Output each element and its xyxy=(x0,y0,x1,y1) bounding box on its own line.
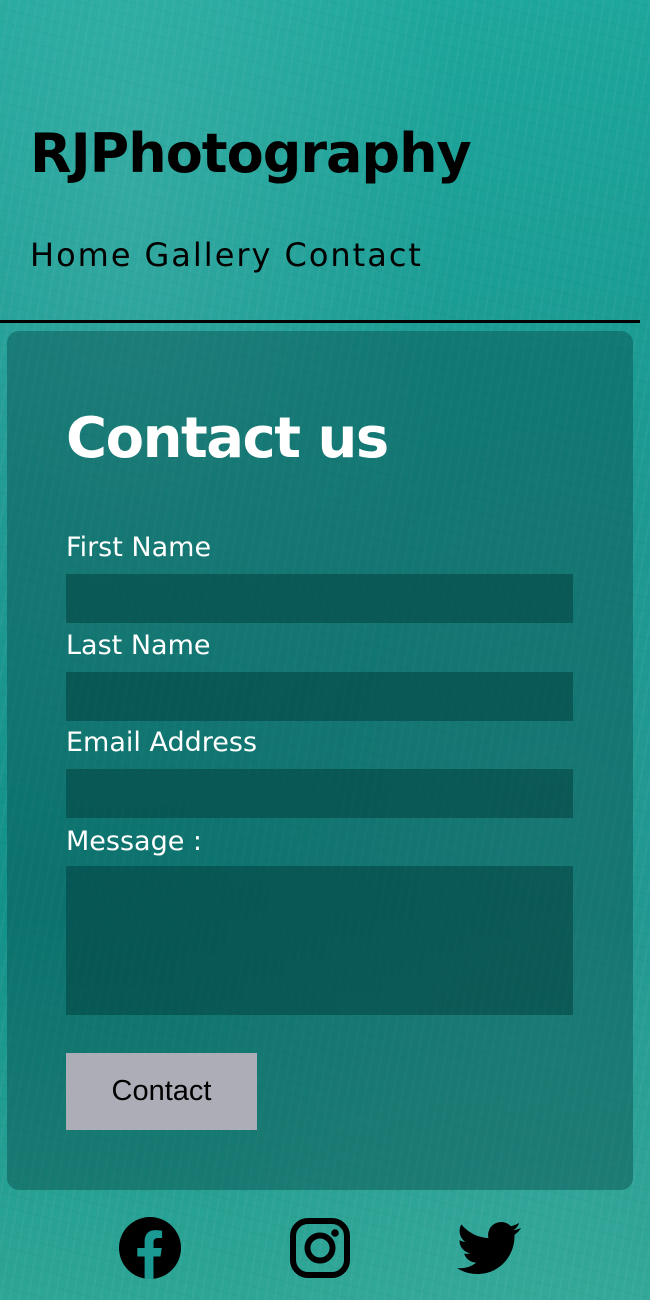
email-field[interactable] xyxy=(66,769,573,818)
main-nav: Home Gallery Contact xyxy=(30,236,423,274)
twitter-icon xyxy=(457,1222,521,1275)
contact-card: Contact us First Name Last Name Email Ad… xyxy=(7,331,633,1190)
site-title[interactable]: RJPhotography xyxy=(30,122,472,187)
instagram-link[interactable] xyxy=(288,1216,352,1280)
contact-submit-button[interactable]: Contact xyxy=(66,1053,257,1130)
nav-home-link[interactable]: Home xyxy=(30,236,133,274)
first-name-field[interactable] xyxy=(66,574,573,623)
facebook-icon xyxy=(119,1217,181,1279)
nav-gallery-link[interactable]: Gallery xyxy=(145,236,273,274)
facebook-link[interactable] xyxy=(118,1216,182,1280)
site-header: RJPhotography Home Gallery Contact xyxy=(0,0,640,323)
message-label: Message : xyxy=(66,826,203,857)
contact-title: Contact us xyxy=(66,406,389,471)
last-name-field[interactable] xyxy=(66,672,573,721)
instagram-icon xyxy=(290,1218,350,1278)
twitter-link[interactable] xyxy=(457,1216,521,1280)
nav-contact-link[interactable]: Contact xyxy=(284,236,423,274)
social-links xyxy=(0,1216,650,1282)
message-field[interactable] xyxy=(66,866,573,1015)
first-name-label: First Name xyxy=(66,532,212,563)
email-label: Email Address xyxy=(66,727,258,758)
last-name-label: Last Name xyxy=(66,630,211,661)
